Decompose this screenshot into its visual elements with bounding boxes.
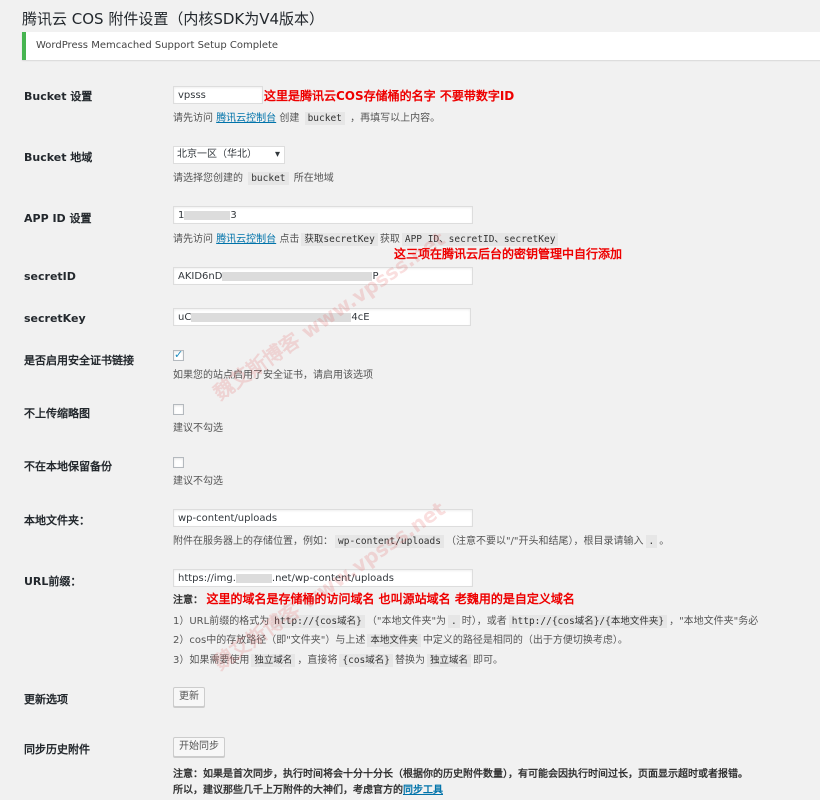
sync-label: 同步历史附件 (24, 743, 90, 756)
line3-code2: {cos域名} (339, 654, 393, 667)
region-desc-code: bucket (248, 172, 289, 185)
nothumb-checkbox[interactable] (173, 404, 184, 415)
appid-desc-code1: 获取secretKey (301, 233, 378, 246)
https-checkbox[interactable]: ✓ (173, 348, 184, 361)
folder-desc-mid: （注意不要以"/"开头和结尾），根目录请输入 (445, 536, 644, 547)
line2-prefix: 2）cos中的存放路径（即"文件夹"）与上述 (173, 635, 366, 646)
bucket-label: Bucket 设置 (24, 90, 93, 103)
line3-code1: 独立域名 (251, 654, 296, 667)
region-selected: 北京一区（华北） (177, 149, 257, 160)
keys-annotation: 这三项在腾讯云后台的密钥管理中自行添加 (394, 247, 623, 261)
appid-value-end: 3 (230, 210, 237, 221)
notice-text: WordPress Memcached Support Setup Comple… (36, 40, 279, 51)
urlprefix-annotation: 这里的域名是存储桶的访问域名 也叫源站域名 老魏用的是自定义域名 (206, 592, 575, 606)
region-desc: 请选择您创建的 bucket 所在地域 (173, 169, 334, 185)
urlprefix-label: URL前缀： (24, 575, 82, 588)
line2-suffix: 中定义的路径是相同的（出于方便切换考虑）。 (422, 635, 628, 646)
line1-prefix: 1）URL前缀的格式为 (173, 616, 270, 627)
redacted-block (191, 312, 352, 322)
nothumb-label: 不上传缩略图 (24, 407, 90, 420)
urlprefix-value-start: https://img. (178, 573, 236, 584)
nolocal-desc: 建议不勾选 (173, 476, 223, 487)
sync-tool-link[interactable]: 同步工具 (403, 785, 443, 796)
line2-code: 本地文件夹 (367, 634, 421, 647)
secretid-label: secretID (24, 270, 76, 283)
secretkey-label: secretKey (24, 312, 86, 325)
secretid-value-end: P (372, 271, 379, 282)
page-title: 腾讯云 COS 附件设置（内核SDK为V4版本） (22, 10, 325, 28)
nothumb-desc: 建议不勾选 (173, 423, 223, 434)
line1-code3: http://{cos域名}/{本地文件夹} (508, 615, 668, 628)
bucket-desc-prefix: 请先访问 (173, 113, 213, 124)
note-label: 注意： (173, 595, 203, 606)
region-label: Bucket 地域 (24, 151, 93, 164)
start-sync-button[interactable]: 开始同步 (173, 737, 225, 757)
folder-desc: 附件在服务器上的存储位置，例如： wp-content/uploads （注意不要以… (173, 532, 670, 548)
bucket-desc-mid: 创建 (279, 113, 300, 124)
folder-desc-suffix: 。 (659, 536, 670, 547)
appid-desc: 请先访问 腾讯云控制台 点击 获取secretKey 获取 APP ID、secret… (173, 230, 560, 246)
urlprefix-note: 注意： 这里的域名是存储桶的访问域名 也叫源站域名 老魏用的是自定义域名 (173, 590, 575, 607)
line1-suffix: ，"本地文件夹"务必 (669, 616, 759, 627)
urlprefix-line1: 1）URL前缀的格式为 http://{cos域名} （"本地文件夹"为. 时），或者… (173, 612, 759, 628)
secretid-value-start: AKID6nD (178, 271, 223, 282)
line1-code2: . (448, 615, 460, 628)
urlprefix-line2: 2）cos中的存放路径（即"文件夹"）与上述 本地文件夹 中定义的路径是相同的（出于… (173, 631, 628, 647)
https-label: 是否启用安全证书链接 (24, 354, 134, 367)
line1-mid2: 时），或者 (461, 616, 507, 627)
line3-mid2: 替换为 (395, 655, 425, 666)
bucket-desc-suffix: ，再填写以上内容。 (350, 113, 441, 124)
update-label: 更新选项 (24, 693, 68, 706)
folder-desc-code2: . (645, 535, 658, 548)
update-button[interactable]: 更新 (173, 687, 205, 707)
folder-label: 本地文件夹： (24, 514, 90, 527)
urlprefix-input[interactable]: https://img. .net/wp-content/uploads (173, 569, 473, 587)
line1-mid: （"本地文件夹"为 (366, 616, 447, 627)
redacted-block (235, 573, 272, 583)
sync-note1: 注意：如果是首次同步，执行时间将会十分十分长（根据你的历史附件数量），有可能会因… (173, 769, 748, 780)
sync-note2: 所以，建议那些几千上万附件的大神们，考虑官方的同步工具 (173, 781, 443, 796)
tencent-console-link[interactable]: 腾讯云控制台 (216, 113, 276, 124)
redacted-block (222, 271, 373, 281)
folder-desc-code: wp-content/uploads (335, 535, 444, 548)
tencent-console-link-2[interactable]: 腾讯云控制台 (216, 234, 276, 245)
redacted-block (184, 210, 231, 220)
appid-desc-prefix: 请先访问 (173, 234, 213, 245)
appid-desc-mid: 点击 (279, 234, 300, 245)
appid-label: APP ID 设置 (24, 212, 92, 225)
region-desc-suffix: 所在地域 (293, 173, 334, 184)
urlprefix-value-end: .net/wp-content/uploads (271, 573, 394, 584)
line1-code1: http://{cos域名} (271, 615, 365, 628)
folder-desc-prefix: 附件在服务器上的存储位置，例如： (173, 536, 333, 547)
region-select[interactable]: 北京一区（华北） ▾ (173, 146, 285, 164)
line3-mid: ，直接将 (297, 655, 338, 666)
nolocal-label: 不在本地保留备份 (24, 460, 112, 473)
secretkey-value-end: 4cE (351, 312, 370, 323)
nolocal-checkbox[interactable] (173, 457, 184, 468)
line3-code3: 独立域名 (427, 654, 472, 667)
bucket-annotation: 这里是腾讯云COS存储桶的名字 不要带数字ID (264, 89, 515, 103)
line3-prefix: 3）如果需要使用 (173, 655, 250, 666)
region-desc-prefix: 请选择您创建的 (173, 173, 243, 184)
bucket-desc-code: bucket (304, 112, 345, 125)
secretkey-input[interactable]: uC 4cE (173, 308, 471, 326)
secretid-input[interactable]: AKID6nD P (173, 267, 473, 285)
sync-note2-prefix: 所以，建议那些几千上万附件的大神们，考虑官方的 (173, 785, 403, 796)
bucket-input[interactable]: vpsss (173, 86, 263, 104)
chevron-down-icon: ▾ (274, 149, 280, 160)
appid-desc-mid2: 获取 (379, 234, 400, 245)
secretkey-value-start: uC (178, 312, 192, 323)
urlprefix-line3: 3）如果需要使用 独立域名 ，直接将 {cos域名} 替换为 独立域名 即可。 (173, 651, 504, 667)
line3-suffix: 即可。 (473, 655, 504, 666)
admin-notice: WordPress Memcached Support Setup Comple… (22, 32, 820, 60)
folder-input[interactable]: wp-content/uploads (173, 509, 473, 527)
checkmark-icon: ✓ (174, 348, 184, 361)
appid-input[interactable]: 13 (173, 206, 473, 224)
https-desc: 如果您的站点启用了安全证书，请启用该选项 (173, 370, 373, 381)
bucket-desc: 请先访问 腾讯云控制台 创建 bucket ，再填写以上内容。 (173, 109, 441, 125)
